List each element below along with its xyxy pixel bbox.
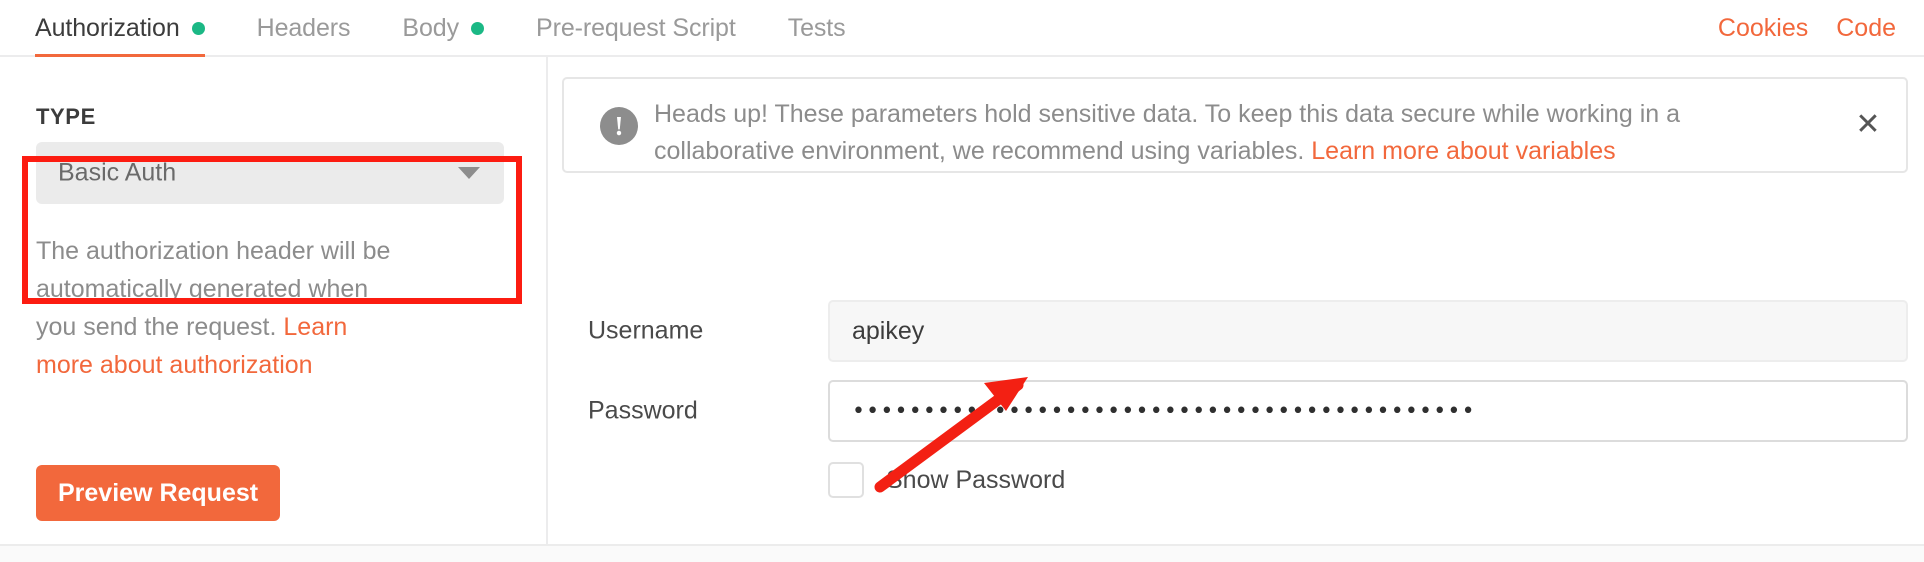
auth-type-value: Basic Auth — [58, 158, 177, 187]
learn-more-variables-link[interactable]: Learn more about variables — [1311, 137, 1615, 165]
password-row: Password •••••••••••••••••••••••••••••••… — [548, 380, 1924, 442]
header-actions: Cookies Code — [1718, 0, 1896, 57]
tab-label: Headers — [256, 14, 351, 42]
status-dot-icon — [191, 22, 205, 35]
tab-list: Authorization Headers Body Pre-request S… — [30, 0, 872, 59]
auth-credentials-pane: ! Heads up! These parameters hold sensit… — [548, 57, 1924, 544]
authorization-panel: TYPE Basic Auth The authorization header… — [0, 57, 1924, 562]
status-dot-icon — [471, 22, 485, 35]
auth-type-select[interactable]: Basic Auth — [36, 142, 504, 204]
username-input[interactable]: apikey — [828, 300, 1908, 362]
auth-help-text: The authorization header will be automat… — [36, 232, 396, 384]
code-link[interactable]: Code — [1836, 14, 1896, 43]
preview-request-button[interactable]: Preview Request — [36, 465, 281, 521]
tab-label: Tests — [787, 14, 846, 42]
tab-body[interactable]: Body — [376, 0, 510, 57]
sensitive-data-banner: ! Heads up! These parameters hold sensit… — [562, 77, 1908, 173]
chevron-down-icon — [458, 167, 480, 179]
username-row: Username apikey — [548, 300, 1924, 362]
banner-message: Heads up! These parameters hold sensitiv… — [654, 96, 1814, 170]
tab-label: Authorization — [35, 14, 180, 42]
cookies-link[interactable]: Cookies — [1718, 14, 1808, 43]
tab-tests[interactable]: Tests — [762, 0, 872, 57]
show-password-label: Show Password — [886, 465, 1066, 494]
show-password-checkbox[interactable] — [828, 462, 864, 498]
tab-label: Body — [402, 14, 460, 42]
tab-label: Pre-request Script — [536, 14, 736, 42]
password-input[interactable]: ••••••••••••••••••••••••••••••••••••••••… — [828, 380, 1908, 442]
tab-headers[interactable]: Headers — [231, 0, 377, 57]
bottom-status-bar — [0, 544, 1924, 562]
request-tab-bar: Authorization Headers Body Pre-request S… — [0, 0, 1924, 59]
auth-type-pane: TYPE Basic Auth The authorization header… — [0, 57, 546, 544]
type-label: TYPE — [36, 104, 96, 129]
password-value: ••••••••••••••••••••••••••••••••••••••••… — [852, 398, 1476, 424]
password-label: Password — [588, 396, 698, 425]
show-password-row[interactable]: Show Password — [828, 462, 1065, 498]
exclamation-icon: ! — [600, 107, 638, 145]
username-value: apikey — [852, 316, 925, 345]
tab-pre-request-script[interactable]: Pre-request Script — [510, 0, 762, 57]
tab-authorization[interactable]: Authorization — [30, 0, 231, 59]
username-label: Username — [588, 316, 704, 345]
close-icon[interactable]: ✕ — [1848, 105, 1888, 145]
